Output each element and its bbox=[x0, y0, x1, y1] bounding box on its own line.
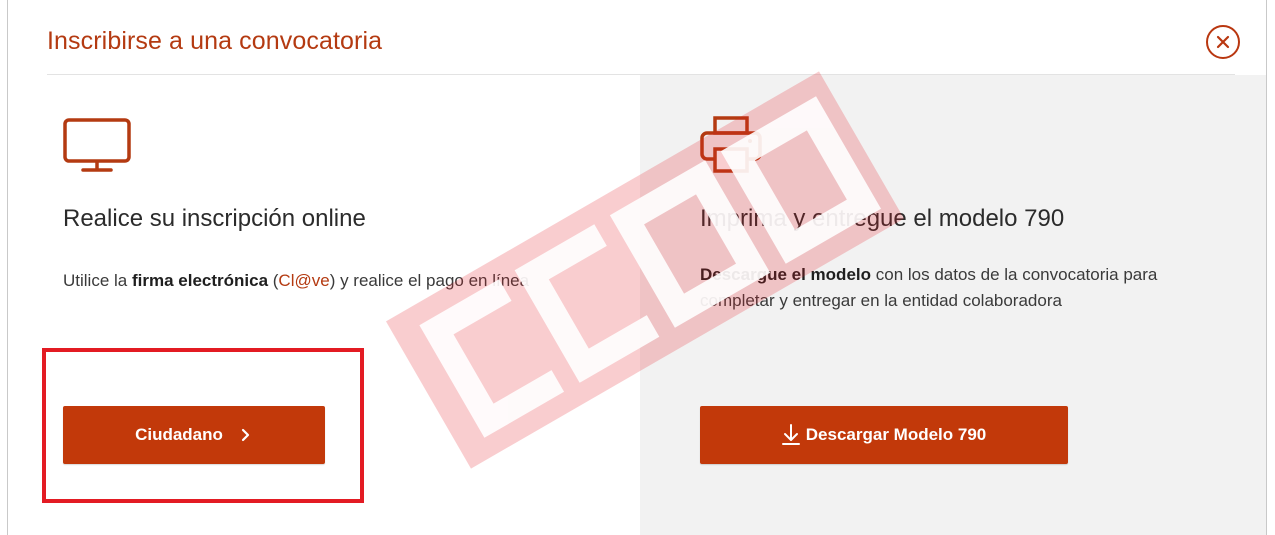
online-desc-paren: ( bbox=[268, 271, 279, 290]
print-option-title: Imprima y entregue el modelo 790 bbox=[700, 205, 1065, 232]
clave-link[interactable]: Cl@ve bbox=[278, 271, 329, 290]
online-desc-bold: firma electrónica bbox=[131, 271, 269, 290]
chevron-right-icon bbox=[241, 428, 250, 442]
download-modelo-790-button[interactable]: Descargar Modelo 790 bbox=[700, 406, 1068, 464]
online-desc-prefix: Utilice la bbox=[63, 271, 132, 290]
close-button[interactable] bbox=[1206, 25, 1240, 59]
print-desc-bold: Descargue el modelo bbox=[700, 265, 872, 284]
close-icon bbox=[1216, 35, 1230, 49]
download-button-label: Descargar Modelo 790 bbox=[805, 425, 987, 444]
ciudadano-button-label: Ciudadano bbox=[135, 425, 223, 444]
print-option-description: Descargue el modelo con los datos de la … bbox=[700, 262, 1230, 314]
online-option-description: Utilice la firma electrónica (Cl@ve) y r… bbox=[63, 268, 583, 294]
download-icon bbox=[781, 424, 800, 445]
monitor-icon bbox=[63, 118, 131, 172]
modal-title: Inscribirse a una convocatoria bbox=[47, 27, 383, 55]
printer-icon bbox=[700, 116, 762, 173]
modal-border-right bbox=[1266, 0, 1267, 535]
ciudadano-button[interactable]: Ciudadano bbox=[63, 406, 325, 464]
online-desc-suffix: ) y realice el pago en línea bbox=[329, 271, 530, 290]
online-option-title: Realice su inscripción online bbox=[63, 205, 366, 232]
modal-border-left bbox=[7, 0, 8, 535]
